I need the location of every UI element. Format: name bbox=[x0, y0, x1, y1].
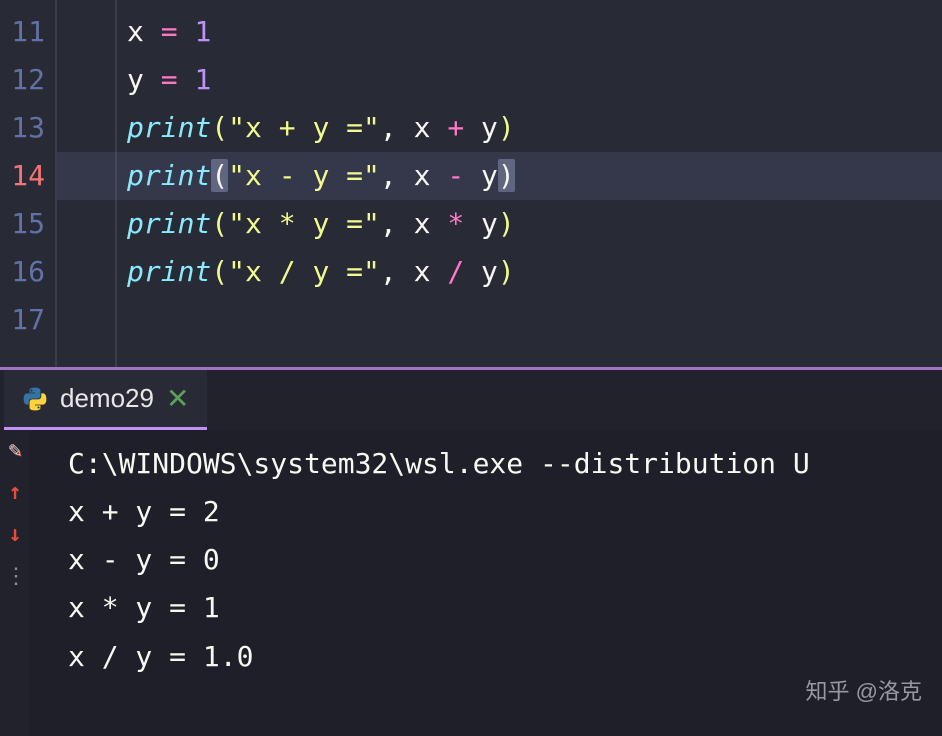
code-token: x bbox=[414, 207, 448, 240]
code-token: "x + y =" bbox=[228, 111, 380, 144]
code-token: "x * y =" bbox=[228, 207, 380, 240]
code-token: , bbox=[380, 255, 414, 288]
line-number: 14 bbox=[0, 152, 55, 200]
tab-label: demo29 bbox=[60, 383, 154, 414]
line-number: 11 bbox=[0, 8, 55, 56]
line-number: 15 bbox=[0, 200, 55, 248]
line-number: 12 bbox=[0, 56, 55, 104]
code-token: , bbox=[380, 111, 414, 144]
code-token bbox=[178, 15, 195, 48]
code-line[interactable] bbox=[57, 296, 942, 344]
code-editor[interactable]: 11121314151617 x = 1y = 1print("x + y ="… bbox=[0, 0, 942, 367]
code-token: ) bbox=[498, 111, 515, 144]
code-line[interactable]: y = 1 bbox=[57, 56, 942, 104]
code-line[interactable]: print("x - y =", x - y) bbox=[57, 152, 942, 200]
line-number: 16 bbox=[0, 248, 55, 296]
code-line[interactable]: print("x + y =", x + y) bbox=[57, 104, 942, 152]
code-token: = bbox=[161, 63, 178, 96]
code-token: * bbox=[447, 207, 464, 240]
code-token: "x / y =" bbox=[228, 255, 380, 288]
code-token: ( bbox=[211, 111, 228, 144]
more-dots-icon[interactable]: ⋮ bbox=[5, 566, 25, 588]
code-token: , bbox=[380, 207, 414, 240]
code-token: ) bbox=[498, 159, 515, 192]
code-token: "x - y =" bbox=[228, 159, 380, 192]
code-token: x bbox=[414, 159, 448, 192]
arrow-down-icon[interactable]: ↓ bbox=[8, 524, 21, 546]
code-token: print bbox=[127, 255, 211, 288]
code-token: y bbox=[127, 63, 161, 96]
code-token: print bbox=[127, 159, 211, 192]
code-token: y bbox=[464, 111, 498, 144]
terminal-output[interactable]: C:\WINDOWS\system32\wsl.exe --distributi… bbox=[30, 430, 942, 736]
pencil-icon[interactable]: ✎ bbox=[8, 440, 21, 462]
code-token bbox=[178, 63, 195, 96]
code-token: ( bbox=[211, 159, 228, 192]
code-token: 1 bbox=[194, 15, 211, 48]
code-line[interactable]: print("x / y =", x / y) bbox=[57, 248, 942, 296]
code-line[interactable]: x = 1 bbox=[57, 8, 942, 56]
code-token: x bbox=[414, 111, 448, 144]
code-token: ) bbox=[498, 207, 515, 240]
terminal-tab-demo29[interactable]: demo29 ✕ bbox=[4, 370, 207, 430]
code-token: - bbox=[447, 159, 464, 192]
code-token: y bbox=[464, 159, 498, 192]
code-token: 1 bbox=[194, 63, 211, 96]
code-area[interactable]: x = 1y = 1print("x + y =", x + y)print("… bbox=[57, 0, 942, 367]
code-token: y bbox=[464, 207, 498, 240]
python-file-icon bbox=[22, 386, 48, 412]
close-icon[interactable]: ✕ bbox=[166, 385, 189, 413]
code-token: / bbox=[447, 255, 464, 288]
terminal-panel: ✎ ↑ ↓ ⋮ C:\WINDOWS\system32\wsl.exe --di… bbox=[0, 430, 942, 736]
code-token: x bbox=[127, 15, 161, 48]
line-number-gutter: 11121314151617 bbox=[0, 0, 57, 367]
code-token: ( bbox=[211, 207, 228, 240]
terminal-tab-bar: demo29 ✕ bbox=[0, 370, 942, 430]
code-token: + bbox=[447, 111, 464, 144]
code-token: = bbox=[161, 15, 178, 48]
code-line[interactable]: print("x * y =", x * y) bbox=[57, 200, 942, 248]
line-number: 17 bbox=[0, 296, 55, 344]
line-number: 13 bbox=[0, 104, 55, 152]
terminal-action-gutter: ✎ ↑ ↓ ⋮ bbox=[0, 430, 30, 736]
arrow-up-icon[interactable]: ↑ bbox=[8, 482, 21, 504]
code-token: print bbox=[127, 111, 211, 144]
code-token: print bbox=[127, 207, 211, 240]
code-token: ( bbox=[211, 255, 228, 288]
code-token: x bbox=[414, 255, 448, 288]
code-token: ) bbox=[498, 255, 515, 288]
code-token: , bbox=[380, 159, 414, 192]
code-token: y bbox=[464, 255, 498, 288]
